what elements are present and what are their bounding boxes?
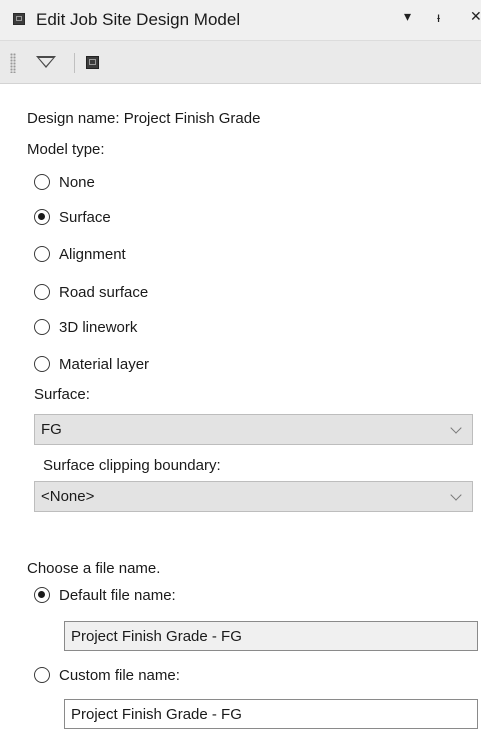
radio-alignment[interactable]: [34, 246, 50, 262]
window-toggle-icon[interactable]: [86, 56, 99, 69]
custom-file-name-radio[interactable]: Custom file name:: [34, 664, 180, 686]
close-icon[interactable]: ✕: [470, 9, 481, 25]
model-type-alignment-radio[interactable]: Alignment: [34, 243, 126, 265]
file-name-prompt: Choose a file name.: [27, 560, 161, 577]
radio-none-label: None: [59, 173, 95, 191]
radio-road-surface-label: Road surface: [59, 283, 149, 301]
default-file-label: Default file name:: [59, 586, 176, 604]
radio-surface[interactable]: [34, 209, 50, 225]
model-type-material-layer-radio[interactable]: Material layer: [34, 353, 149, 375]
model-type-road-surface-radio[interactable]: Road surface: [34, 281, 148, 303]
default-file-name-value: Project Finish Grade - FG: [71, 628, 242, 645]
surface-select-value: FG: [41, 421, 62, 438]
chevron-down-icon: [450, 422, 462, 434]
custom-file-name-field[interactable]: Project Finish Grade - FG: [64, 699, 478, 729]
title-bar: Edit Job Site Design Model ▾ ᵼ ✕: [0, 0, 481, 40]
collapse-triangle-icon[interactable]: [36, 56, 56, 68]
custom-file-label: Custom file name:: [59, 666, 180, 684]
radio-3d-linework-label: 3D linework: [59, 318, 138, 336]
surface-select[interactable]: FG: [34, 414, 473, 445]
clipping-boundary-value: <None>: [41, 488, 95, 505]
custom-file-name-value: Project Finish Grade - FG: [71, 706, 242, 723]
default-file-name-radio[interactable]: Default file name:: [34, 584, 176, 606]
model-type-label: Model type:: [27, 141, 105, 158]
model-type-none-radio[interactable]: None: [34, 171, 95, 193]
design-name-label: Design name: Project Finish Grade: [27, 110, 261, 127]
default-file-name-field[interactable]: Project Finish Grade - FG: [64, 621, 478, 651]
window-icon: [13, 13, 25, 25]
radio-material-layer[interactable]: [34, 356, 50, 372]
radio-surface-label: Surface: [59, 208, 111, 226]
model-type-surface-radio[interactable]: Surface: [34, 206, 111, 228]
radio-custom-file[interactable]: [34, 667, 50, 683]
radio-none[interactable]: [34, 174, 50, 190]
radio-road-surface[interactable]: [34, 284, 50, 300]
clipping-boundary-label: Surface clipping boundary:: [43, 457, 221, 474]
toolbar: [0, 40, 481, 84]
toolbar-grip-icon[interactable]: [10, 53, 16, 73]
radio-default-file[interactable]: [34, 587, 50, 603]
chevron-down-icon: [450, 489, 462, 501]
pin-icon[interactable]: ᵼ: [437, 9, 440, 26]
model-type-3d-linework-radio[interactable]: 3D linework: [34, 316, 137, 338]
window-title: Edit Job Site Design Model: [36, 10, 241, 29]
radio-material-layer-label: Material layer: [59, 355, 150, 373]
toolbar-separator: [74, 53, 75, 73]
window-menu-dropdown-icon[interactable]: ▾: [404, 9, 411, 25]
radio-3d-linework[interactable]: [34, 319, 50, 335]
radio-alignment-label: Alignment: [59, 245, 126, 263]
clipping-boundary-select[interactable]: <None>: [34, 481, 473, 512]
surface-label: Surface:: [34, 386, 90, 403]
